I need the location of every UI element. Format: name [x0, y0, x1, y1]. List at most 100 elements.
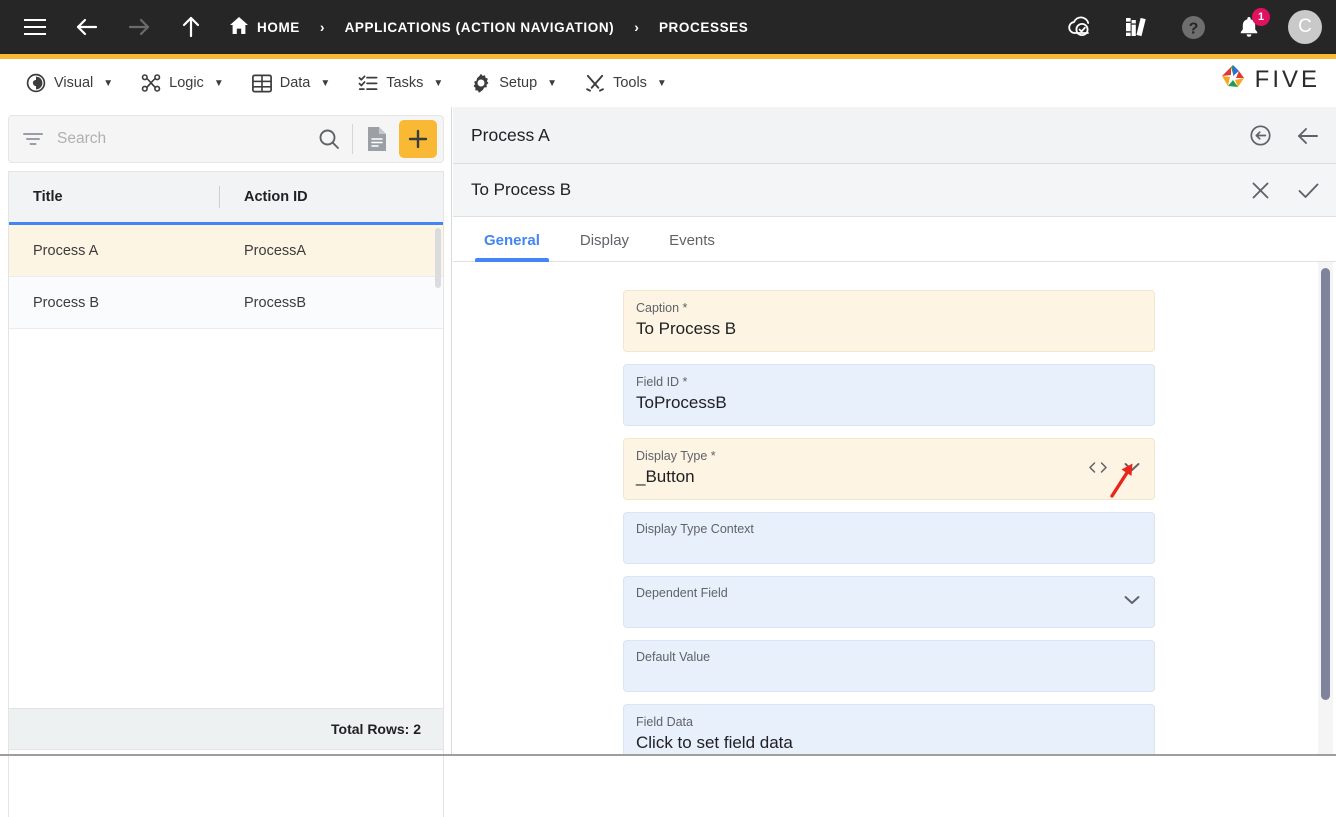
- field-value-caption: To Process B: [636, 319, 737, 338]
- field-editor-header: To Process B: [453, 164, 1336, 217]
- general-tab-form: Caption * To Process B Field ID * ToProc…: [453, 262, 1336, 755]
- chevron-down-icon[interactable]: [1122, 460, 1142, 479]
- tab-events[interactable]: Events: [660, 232, 724, 261]
- avatar[interactable]: C: [1288, 10, 1322, 44]
- hamburger-menu-icon[interactable]: [18, 10, 52, 44]
- notification-badge: 1: [1252, 8, 1270, 26]
- undo-circle-icon[interactable]: [1249, 124, 1272, 147]
- menu-item-tasks[interactable]: Tasks ▼: [344, 59, 457, 107]
- document-report-icon[interactable]: [365, 126, 389, 152]
- top-header-actions: ? 1 C: [1042, 0, 1322, 54]
- toolbar-divider: [352, 124, 353, 154]
- help-circle-icon[interactable]: ?: [1176, 10, 1210, 44]
- menu-item-logic[interactable]: Logic ▼: [127, 59, 238, 107]
- tab-display[interactable]: Display: [571, 232, 638, 261]
- cell-title: Process B: [33, 294, 100, 311]
- five-logo-text: FIVE: [1254, 65, 1320, 93]
- chevron-down-icon: ▼: [433, 77, 444, 89]
- cloud-check-icon[interactable]: [1064, 10, 1098, 44]
- field-label-field-id: Field ID *: [636, 375, 688, 389]
- breadcrumb-item-home[interactable]: HOME: [230, 17, 300, 37]
- menu-item-visual[interactable]: Visual ▼: [12, 59, 127, 107]
- menu-item-data[interactable]: Data ▼: [238, 59, 345, 107]
- code-brackets-icon[interactable]: [1088, 461, 1108, 478]
- five-pinwheel-icon: [1218, 62, 1248, 97]
- menu-label-data: Data: [279, 75, 311, 91]
- field-caption[interactable]: Caption * To Process B: [623, 290, 1155, 352]
- notification-bell-icon[interactable]: 1: [1232, 8, 1270, 44]
- breadcrumb-item-processes[interactable]: PROCESSES: [659, 20, 748, 35]
- search-bar: [8, 115, 444, 163]
- form-column: Caption * To Process B Field ID * ToProc…: [623, 290, 1155, 755]
- column-header-title[interactable]: Title: [9, 189, 219, 205]
- main-menu-bar: Visual ▼ Logic ▼ Data ▼ Tasks ▼ Setup ▼ …: [0, 59, 1336, 107]
- field-field-id[interactable]: Field ID * ToProcessB: [623, 364, 1155, 426]
- close-icon[interactable]: [1250, 180, 1271, 201]
- back-arrow-icon[interactable]: [1296, 125, 1320, 147]
- table-row[interactable]: Process A ProcessA: [9, 225, 443, 277]
- back-arrow-icon[interactable]: [70, 10, 104, 44]
- cell-action-id: ProcessA: [244, 242, 307, 259]
- display-type-field-icons: [1088, 460, 1142, 479]
- detail-header-actions: [1249, 107, 1320, 164]
- breadcrumb-separator-1: ›: [319, 19, 325, 35]
- field-dependent-field[interactable]: Dependent Field: [623, 576, 1155, 628]
- tab-general[interactable]: General: [475, 232, 549, 262]
- form-scrollbar-thumb[interactable]: [1321, 268, 1330, 700]
- menu-label-tools: Tools: [613, 75, 647, 91]
- field-display-type-context[interactable]: Display Type Context: [623, 512, 1155, 564]
- table-row[interactable]: Process B ProcessB: [9, 277, 443, 329]
- field-label-display-type: Display Type *: [636, 449, 716, 463]
- filter-list-icon[interactable]: [23, 131, 43, 147]
- detail-tabs: General Display Events: [453, 217, 1336, 262]
- menu-label-setup: Setup: [499, 75, 538, 91]
- eye-icon: [26, 73, 46, 93]
- chevron-down-icon[interactable]: [1122, 593, 1142, 612]
- detail-header: Process A: [453, 107, 1336, 164]
- svg-text:?: ?: [1188, 20, 1198, 37]
- total-rows-footer: Total Rows: 2: [8, 708, 444, 750]
- field-value-field-data: Click to set field data: [636, 733, 793, 752]
- field-label-dependent-field: Dependent Field: [636, 586, 728, 600]
- field-field-data[interactable]: Field Data Click to set field data: [623, 704, 1155, 755]
- menu-item-setup[interactable]: Setup ▼: [457, 59, 571, 107]
- list-scrollbar[interactable]: [435, 228, 441, 288]
- menu-label-tasks: Tasks: [386, 75, 424, 91]
- field-label-display-type-context: Display Type Context: [636, 522, 754, 536]
- search-icon[interactable]: [318, 128, 340, 150]
- field-default-value[interactable]: Default Value: [623, 640, 1155, 692]
- home-icon: [230, 17, 248, 37]
- menu-label-visual: Visual: [54, 75, 94, 91]
- breadcrumb-label-home: HOME: [257, 19, 300, 35]
- library-books-icon[interactable]: [1120, 10, 1154, 44]
- breadcrumb-item-applications[interactable]: APPLICATIONS (ACTION NAVIGATION): [345, 20, 615, 35]
- table-grid-icon: [251, 73, 272, 93]
- field-display-type[interactable]: Display Type * _Button: [623, 438, 1155, 500]
- breadcrumb-separator-2: ›: [634, 19, 639, 35]
- chevron-down-icon: ▼: [547, 77, 558, 89]
- chevron-down-icon: ▼: [320, 77, 331, 89]
- search-input[interactable]: [57, 130, 318, 148]
- page-title: Process A: [471, 124, 550, 145]
- processes-list-panel: Title Action ID Process A ProcessA Proce…: [0, 107, 452, 817]
- menu-item-tools[interactable]: Tools ▼: [571, 59, 681, 107]
- field-label-default-value: Default Value: [636, 650, 711, 664]
- field-value-field-id: ToProcessB: [636, 393, 727, 412]
- chevron-down-icon: ▼: [103, 77, 114, 89]
- dependent-field-icons: [1122, 593, 1142, 612]
- tools-crossed-icon: [585, 73, 605, 93]
- forward-arrow-icon[interactable]: [122, 10, 156, 44]
- breadcrumb-label-applications: APPLICATIONS (ACTION NAVIGATION): [344, 19, 615, 35]
- add-process-button[interactable]: [399, 120, 437, 158]
- field-editor-actions: [1250, 164, 1320, 217]
- up-arrow-icon[interactable]: [174, 10, 208, 44]
- process-detail-panel: Process A To Process B General Display E…: [453, 107, 1336, 756]
- field-label-caption: Caption *: [636, 301, 688, 315]
- table-header-row: Title Action ID: [9, 172, 443, 225]
- chevron-down-icon: ▼: [213, 77, 224, 89]
- top-header-bar: HOME › APPLICATIONS (ACTION NAVIGATION) …: [0, 0, 1336, 54]
- field-editor-title: To Process B: [471, 180, 572, 199]
- check-icon[interactable]: [1297, 180, 1320, 201]
- menu-label-logic: Logic: [169, 75, 204, 91]
- column-header-action-id[interactable]: Action ID: [220, 189, 308, 205]
